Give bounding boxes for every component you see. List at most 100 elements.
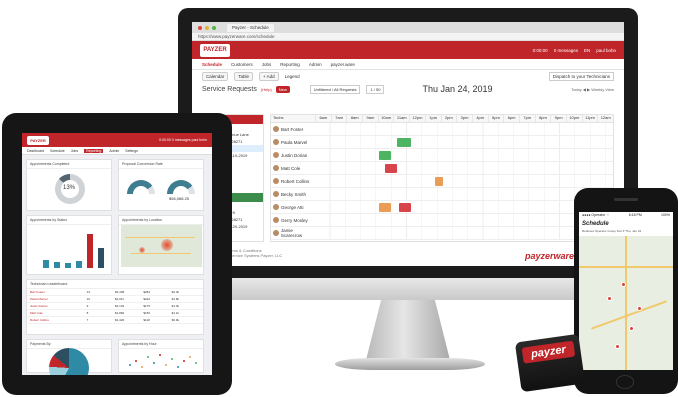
phone-map[interactable] (579, 236, 673, 370)
hour-column-header: 6pm (503, 115, 519, 122)
technician-row: Justin Dorian (271, 149, 613, 162)
appointment-block[interactable] (435, 177, 443, 186)
payzer-logo[interactable]: PAYZER (27, 135, 49, 145)
map-pin-icon[interactable] (615, 344, 620, 349)
location-map-card: Appointments by Location (118, 215, 204, 275)
technician-name[interactable]: Justin Dorian (281, 153, 307, 158)
scatter-point (129, 364, 131, 366)
nav-store[interactable]: payzer.ware (331, 62, 355, 67)
minimize-window-icon[interactable] (205, 25, 209, 30)
tech-name[interactable]: Robert Collins (30, 318, 87, 322)
add-button[interactable]: + Add (259, 71, 279, 81)
appointment-block[interactable] (399, 203, 411, 212)
schedule-lane[interactable] (315, 175, 613, 187)
technician-name[interactable]: Gerry Mosley (281, 218, 308, 223)
technician-cell[interactable]: Paula Marvel (271, 139, 315, 145)
technician-cell[interactable]: Jamie Scarecrow (271, 228, 315, 238)
avatar (273, 178, 279, 184)
phone-subtitle[interactable]: Retained Operator Group Sort ▾ Thu, Jan … (579, 229, 673, 233)
payzer-logo[interactable]: PAYZER (200, 43, 230, 57)
technician-cell[interactable]: Robert Collins (271, 178, 315, 184)
status-bar (87, 234, 93, 268)
legend-link[interactable]: Legend (285, 74, 300, 79)
technician-cell[interactable]: Justin Dorian (271, 152, 315, 158)
appointment-block[interactable] (379, 203, 391, 212)
table-row[interactable]: Justin Dorian 9 $2,104 $175 $1.4k (27, 303, 203, 310)
table-row[interactable]: Robert Collins 7 $1,420 $118 $0.9k (27, 317, 203, 324)
tech-name[interactable]: Bart Foster (30, 290, 87, 294)
technician-name[interactable]: Matt Cole (281, 166, 300, 171)
technician-cell[interactable]: Becky Smith (271, 191, 315, 197)
technician-cell[interactable]: Matt Cole (271, 165, 315, 171)
map-pin-icon[interactable] (629, 326, 634, 331)
tablet-nav-schedule[interactable]: Schedule (50, 149, 65, 153)
schedule-lane[interactable] (315, 201, 613, 213)
tablet-nav-jobs[interactable]: Jobs (71, 149, 78, 153)
map-pin-icon[interactable] (637, 306, 642, 311)
maximize-window-icon[interactable] (212, 25, 216, 30)
schedule-lane[interactable] (315, 136, 613, 148)
tablet-nav-admin[interactable]: Admin (109, 149, 119, 153)
nav-customers[interactable]: Customers (231, 62, 253, 67)
tech-name[interactable]: Justin Dorian (30, 304, 87, 308)
tablet-nav-reporting[interactable]: Reporting (84, 148, 104, 153)
hour-column-header: 12am (597, 115, 613, 122)
technician-name[interactable]: Jamie Scarecrow (281, 228, 315, 238)
home-button[interactable] (616, 375, 634, 389)
messages-link[interactable]: 0 messages (554, 48, 578, 53)
user-menu[interactable]: paul bohn (596, 48, 616, 53)
nav-reporting[interactable]: Reporting (280, 62, 300, 67)
hour-column-header: 5pm (487, 115, 504, 122)
close-window-icon[interactable] (198, 25, 202, 30)
technician-name[interactable]: Paula Marvel (281, 140, 307, 145)
map-road (591, 300, 667, 330)
dispatch-button[interactable]: Dispatch to your Technicians (548, 71, 614, 81)
language-link[interactable]: EN (584, 48, 590, 53)
schedule-lane[interactable] (315, 123, 613, 135)
technician-cell[interactable]: Gerry Mosley (271, 217, 315, 223)
tech-name[interactable]: Matt Cole (30, 311, 87, 315)
new-request-button[interactable]: New (275, 85, 290, 93)
tablet-header-status[interactable]: 0:00:00 0 messages paul bohn (159, 138, 207, 142)
table-row[interactable]: Matt Cole 8 $1,882 $156 $1.1k (27, 310, 203, 317)
technician-name[interactable]: George Atti (281, 205, 304, 210)
appointment-block[interactable] (379, 151, 391, 160)
table-view-button[interactable]: Table (234, 71, 254, 81)
technician-cell[interactable]: George Atti (271, 204, 315, 210)
appointment-block[interactable] (397, 138, 411, 147)
technician-name[interactable]: Becky Smith (281, 192, 306, 197)
service-requests-title: Service Requests (202, 85, 257, 93)
tablet-nav-settings[interactable]: Settings (125, 149, 138, 153)
schedule-lane[interactable] (315, 162, 613, 174)
schedule-lane[interactable] (315, 149, 613, 161)
gauge-right-value: $56,088.25 (169, 196, 190, 201)
calendar-view-button[interactable]: Calendar (202, 71, 229, 81)
browser-tab[interactable]: Payzer - Schedule (227, 23, 274, 32)
tech-total: $0.9k (171, 318, 179, 322)
tablet-nav-dashboard[interactable]: Dashboard (27, 149, 44, 153)
payzerware-brand: payzerware (524, 251, 574, 261)
table-row[interactable]: Paula Marvel 10 $2,911 $242 $1.8k (27, 296, 203, 303)
tech-revenue: $2,911 (115, 297, 124, 301)
heat-map[interactable] (121, 225, 202, 267)
technician-name[interactable]: Bart Foster (281, 127, 303, 132)
technician-cell[interactable]: Bart Foster (271, 126, 315, 132)
address-bar[interactable]: https://www.payzerware.com/schedule (192, 33, 624, 41)
tech-name[interactable]: Paula Marvel (30, 297, 87, 301)
map-pin-icon[interactable] (621, 282, 626, 287)
map-road (131, 253, 191, 254)
hour-column-header: 11am (393, 115, 409, 122)
schedule-lane[interactable] (315, 227, 613, 239)
table-row[interactable]: Bart Foster 12 $3,408 $284 $2.3k (27, 289, 203, 296)
appointment-block[interactable] (385, 164, 397, 173)
nav-schedule[interactable]: Schedule (202, 62, 222, 67)
help-link[interactable]: (Help) (261, 87, 272, 92)
schedule-lane[interactable] (315, 214, 613, 226)
technician-name[interactable]: Robert Collins (281, 179, 309, 184)
nav-jobs[interactable]: Jobs (262, 62, 272, 67)
schedule-lane[interactable] (315, 188, 613, 200)
request-filter[interactable]: Unfiltered / All Requests (309, 84, 361, 94)
nav-admin[interactable]: Admin (309, 62, 322, 67)
map-pin-icon[interactable] (607, 296, 612, 301)
date-navigation[interactable]: Today ◀ ▶ Weekly View (571, 87, 614, 92)
